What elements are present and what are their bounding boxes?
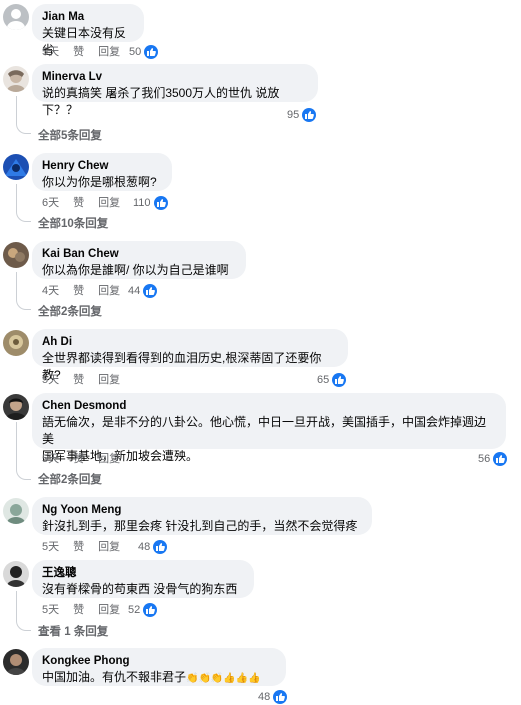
thread-line (16, 96, 31, 134)
comment-author[interactable]: Ng Yoon Meng (42, 503, 362, 517)
thread-line (16, 272, 31, 310)
comment-text: 你以為你是誰啊/ 你以为自己是谁啊 (42, 263, 229, 277)
comment-author[interactable]: Henry Chew (42, 159, 162, 173)
avatar[interactable] (3, 330, 29, 356)
comment-time[interactable]: 4天 (42, 285, 59, 297)
like-button[interactable]: 赞 (73, 453, 84, 465)
reaction-count[interactable]: 52 (128, 603, 158, 617)
like-icon (153, 196, 168, 210)
comment-actions: 5天 赞 回复 (42, 45, 134, 59)
comment-bubble: Kai Ban Chew 你以為你是誰啊/ 你以为自己是谁啊 (32, 241, 246, 279)
like-icon (143, 603, 158, 617)
comment-actions: 5天 赞 回复 (42, 452, 134, 466)
avatar[interactable] (3, 561, 29, 587)
comment-bubble: Henry Chew 你以为你是哪根葱啊? (32, 153, 172, 191)
avatar[interactable] (3, 66, 29, 92)
comment-time[interactable]: 6天 (42, 197, 59, 209)
reaction-count[interactable]: 48 (138, 540, 168, 554)
avatar[interactable] (3, 4, 29, 30)
thread-line (16, 184, 31, 222)
reaction-count[interactable]: 56 (478, 452, 508, 466)
like-icon (332, 373, 347, 387)
reply-button[interactable]: 回复 (98, 374, 120, 386)
comment-actions: 5天 赞 回复 (42, 540, 134, 554)
comment-time[interactable]: 5天 (42, 541, 59, 553)
comment-time[interactable]: 5天 (42, 453, 59, 465)
reply-button[interactable]: 回复 (98, 46, 120, 58)
comment-time[interactable]: 5天 (42, 604, 59, 616)
view-replies-link[interactable]: 全部2条回复 (38, 305, 102, 319)
comment-actions: 5天 赞 回复 (42, 373, 134, 387)
like-button[interactable]: 赞 (73, 46, 84, 58)
reaction-count[interactable]: 110 (133, 196, 168, 210)
avatar[interactable] (3, 649, 29, 675)
avatar[interactable] (3, 154, 29, 180)
reply-button[interactable]: 回复 (98, 541, 120, 553)
reaction-count[interactable]: 50 (129, 45, 159, 59)
like-icon (493, 452, 508, 466)
comment-text: 針沒扎到手，那里会疼 针没扎到自己的手，当然不会觉得疼 (42, 519, 358, 533)
comment-text-body: 中国加油。有仇不報非君子 (42, 670, 187, 684)
like-icon (143, 284, 158, 298)
like-icon (144, 45, 159, 59)
comment-actions: 4天 赞 回复 (42, 284, 134, 298)
comment-author[interactable]: Chen Desmond (42, 399, 496, 413)
view-replies-link[interactable]: 全部5条回复 (38, 129, 102, 143)
comment-author[interactable]: Kai Ban Chew (42, 247, 236, 261)
like-icon (273, 690, 288, 704)
reply-button[interactable]: 回复 (98, 453, 120, 465)
comment-author[interactable]: 王逸聰 (42, 566, 244, 580)
comment-bubble: 王逸聰 沒有脊樑骨的苟東西 没骨气的狗东西 (32, 560, 254, 598)
avatar[interactable] (3, 498, 29, 524)
comment-author[interactable]: Jian Ma (42, 10, 134, 24)
comment-bubble: Minerva Lv 说的真搞笑 屠杀了我们3500万人的世仇 说放下？？ (32, 64, 318, 117)
like-icon (153, 540, 168, 554)
comment-author[interactable]: Kongkee Phong (42, 654, 276, 668)
like-button[interactable]: 赞 (73, 197, 84, 209)
like-button[interactable]: 赞 (73, 604, 84, 616)
comment-text-line: 語无倫次，是非不分的八卦公。他心慌，中日一旦开战，美国插手，中国会炸掉週边美 (42, 415, 487, 446)
comment-text: 沒有脊樑骨的苟東西 没骨气的狗东西 (42, 582, 238, 596)
avatar[interactable] (3, 394, 29, 420)
comment-text: 你以为你是哪根葱啊? (42, 175, 157, 189)
like-icon (302, 108, 317, 122)
view-replies-link[interactable]: 全部2条回复 (38, 473, 102, 487)
like-button[interactable]: 赞 (73, 285, 84, 297)
thread-line (16, 422, 31, 480)
comment-text: 中国加油。有仇不報非君子👏👏👏👍👍👍 (42, 669, 276, 687)
reaction-count[interactable]: 44 (128, 284, 158, 298)
reaction-count[interactable]: 95 (287, 108, 317, 122)
view-replies-link[interactable]: 查看 1 条回复 (38, 625, 108, 639)
comment-author[interactable]: Minerva Lv (42, 70, 308, 84)
comment-actions: 5天 赞 回复 (42, 603, 134, 617)
reply-button[interactable]: 回复 (98, 285, 120, 297)
comment-text: 说的真搞笑 屠杀了我们3500万人的世仇 说放下？？ (42, 86, 280, 117)
like-button[interactable]: 赞 (73, 374, 84, 386)
comment-bubble: Kongkee Phong 中国加油。有仇不報非君子👏👏👏👍👍👍 (32, 648, 286, 686)
comment-time[interactable]: 5天 (42, 374, 59, 386)
comment-author[interactable]: Ah Di (42, 335, 338, 349)
comment-bubble: Jian Ma 关键日本没有反省 (32, 4, 144, 57)
comment-actions: 6天 赞 回复 (42, 196, 134, 210)
reaction-count[interactable]: 65 (317, 373, 347, 387)
reaction-count[interactable]: 48 (258, 690, 288, 704)
comment-bubble: Ah Di 全世界都读得到看得到的血泪历史,根深蒂固了还要你教? (32, 329, 348, 382)
like-button[interactable]: 赞 (73, 541, 84, 553)
view-replies-link[interactable]: 全部10条回复 (38, 217, 108, 231)
comment-time[interactable]: 5天 (42, 46, 59, 58)
avatar[interactable] (3, 242, 29, 268)
reply-button[interactable]: 回复 (98, 604, 120, 616)
emoji-clap-icon: 👏👏👏👍👍👍 (186, 673, 261, 684)
comment-bubble: Ng Yoon Meng 針沒扎到手，那里会疼 针没扎到自己的手，当然不会觉得疼 (32, 497, 372, 535)
thread-line (16, 591, 31, 631)
reply-button[interactable]: 回复 (98, 197, 120, 209)
comment-bubble: Chen Desmond 語无倫次，是非不分的八卦公。他心慌，中日一旦开战，美国… (32, 393, 506, 463)
